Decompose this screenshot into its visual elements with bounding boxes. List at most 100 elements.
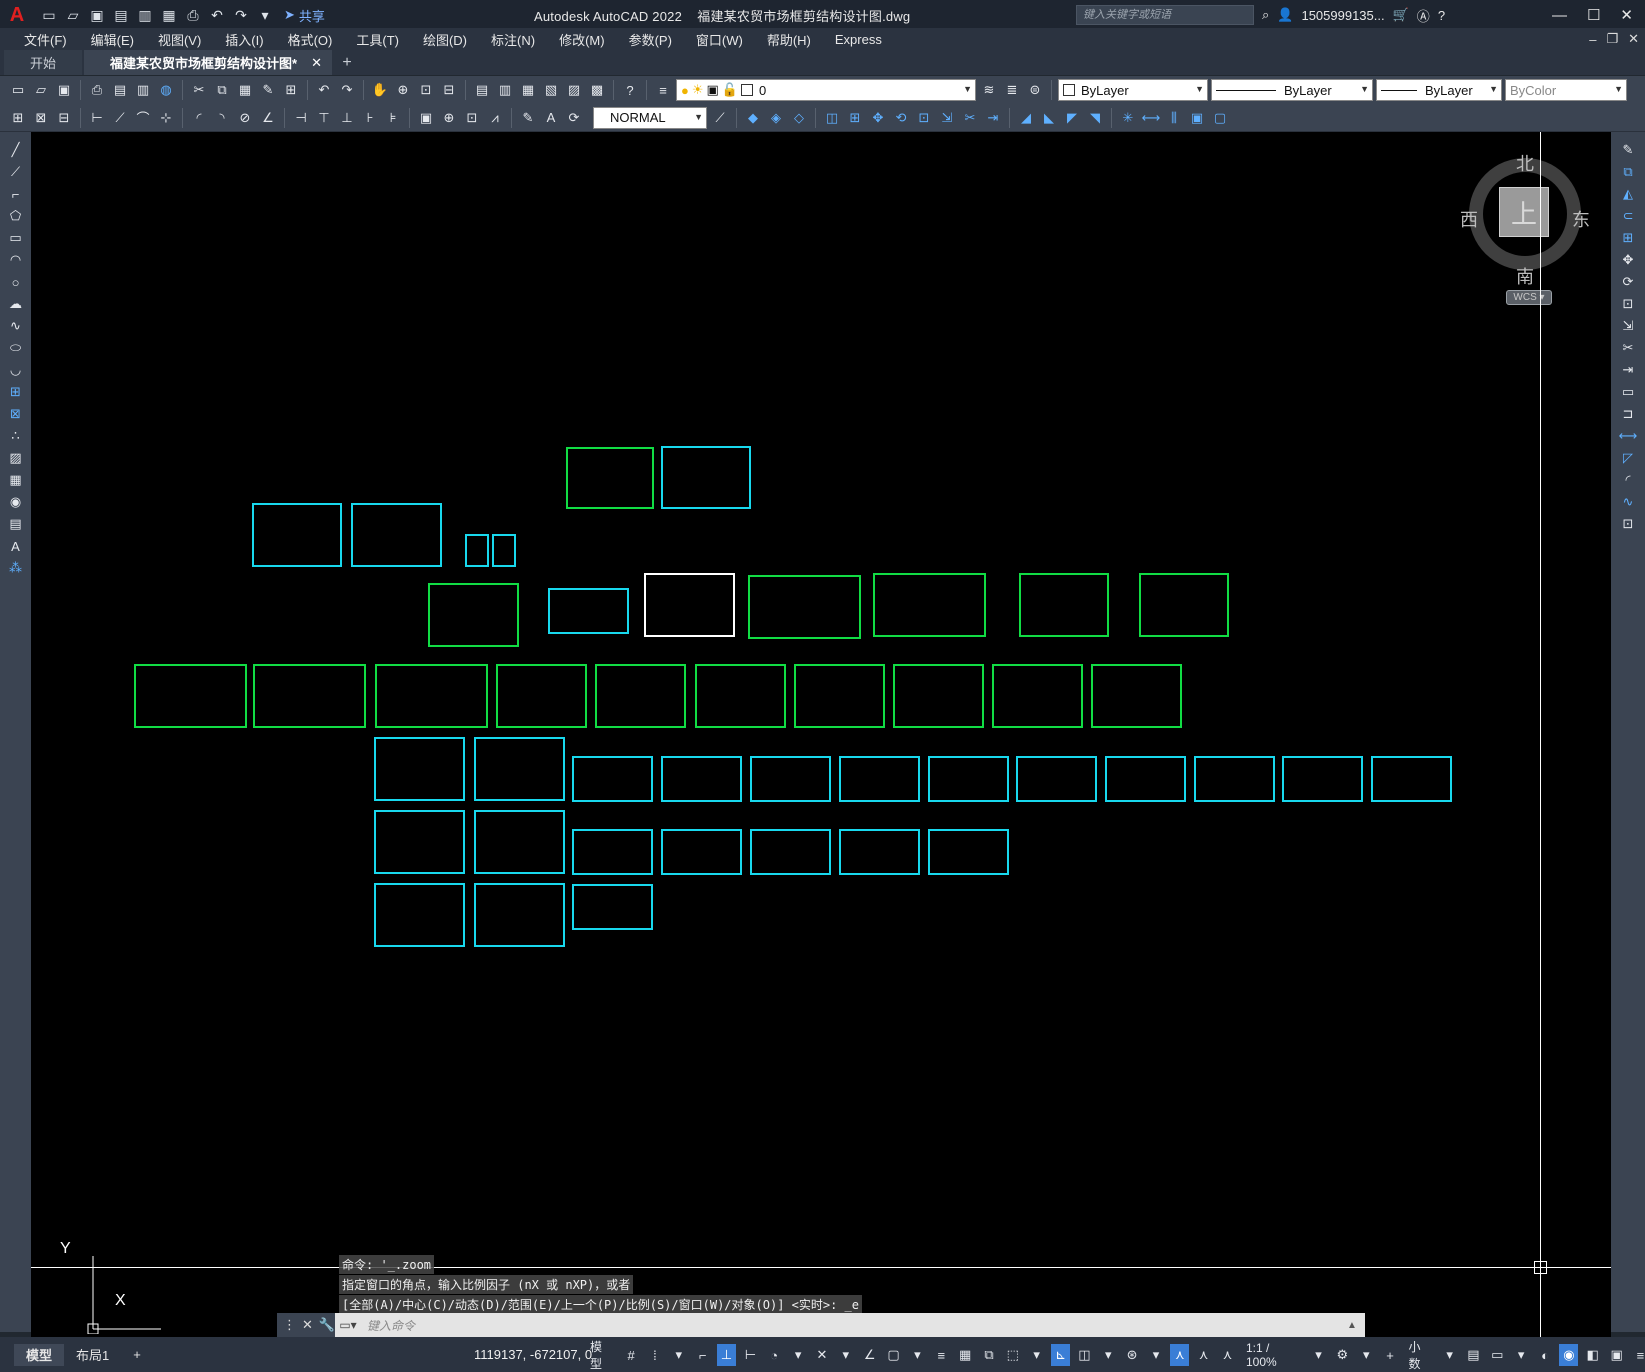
chevron-down-icon[interactable]: ▾ [1027,1344,1046,1366]
preview-icon[interactable]: ▤ [110,80,130,100]
save-icon[interactable]: ▣ [54,80,74,100]
plotstyle-dropdown[interactable]: ByColor ▼ [1505,79,1627,101]
mirror-icon[interactable]: ◭ [1617,184,1639,204]
snap-icon[interactable]: ⁞ [646,1344,665,1366]
radius-dimension-icon[interactable]: ◜ [189,108,209,128]
extend-icon[interactable]: ⇥ [983,108,1003,128]
menu-insert[interactable]: 插入(I) [213,30,275,49]
drawing-sheet[interactable] [474,883,565,947]
match-properties-icon[interactable]: ✎ [258,80,278,100]
tab-start[interactable]: 开始 [4,50,83,75]
doc-restore-icon[interactable]: ❐ [1606,31,1618,47]
drawing-sheet[interactable] [1371,756,1452,802]
design-center-icon[interactable]: ▥ [495,80,515,100]
menu-format[interactable]: 格式(O) [276,30,345,49]
calculator-icon[interactable]: ▩ [587,80,607,100]
command-input[interactable]: 键入命令 [361,1317,1347,1334]
chevron-down-icon[interactable]: ▾ [1512,1344,1531,1366]
group-icon[interactable]: ▣ [1187,108,1207,128]
tab-layout1[interactable]: 布局1 [64,1344,121,1366]
publish-icon[interactable]: ▥ [133,80,153,100]
offset-icon[interactable]: ◫ [822,108,842,128]
dimension-edit-icon[interactable]: ✎ [518,108,538,128]
workspace-gear-icon[interactable]: ⚙ [1333,1344,1352,1366]
drawing-sheet[interactable] [1194,756,1275,802]
hardware-acceleration-icon[interactable]: ◉ [1559,1344,1579,1366]
copy-object-icon[interactable]: ◈ [766,108,786,128]
drawing-sheet[interactable] [465,534,489,567]
menu-window[interactable]: 窗口(W) [684,30,755,49]
arc-length-icon[interactable]: ⌒ [133,108,153,128]
customization-menu-icon[interactable]: ≡ [1631,1344,1645,1366]
maximize-icon[interactable]: ☐ [1587,6,1600,24]
drawing-sheet[interactable] [794,664,885,728]
chevron-down-icon[interactable]: ▾ [1440,1344,1459,1366]
clean-screen-icon[interactable]: ▣ [1607,1344,1626,1366]
menu-draw[interactable]: 绘图(D) [411,30,479,49]
print-icon[interactable]: ⎙ [87,80,107,100]
circle-icon[interactable]: ○ [5,272,27,292]
chevron-down-icon[interactable]: ▾ [1357,1344,1376,1366]
ordinate-dimension-icon[interactable]: ⊹ [156,108,176,128]
ellipse-icon[interactable]: ⬭ [5,338,27,358]
chevron-up-icon[interactable]: ▲ [1347,1320,1365,1331]
quick-properties-icon[interactable]: ▤ [1464,1344,1483,1366]
plot-icon[interactable]: ⎙ [182,4,204,26]
tab-close-icon[interactable]: ✕ [311,55,322,71]
drawing-sheet[interactable] [695,664,786,728]
drawing-sheet[interactable] [253,664,366,728]
zoom-window-icon[interactable]: ⊡ [416,80,436,100]
join-icon[interactable]: ◥ [1085,108,1105,128]
new-icon[interactable]: ▭ [8,80,28,100]
lengthen-icon[interactable]: ⟷ [1141,108,1161,128]
insert-block-icon[interactable]: ⊞ [8,108,28,128]
offset-icon[interactable]: ⊂ [1617,206,1639,226]
rotate-icon[interactable]: ⟲ [891,108,911,128]
wcs-menu[interactable]: WCS ▾ [1506,290,1552,305]
chamfer-icon[interactable]: ◣ [1039,108,1059,128]
fillet-icon[interactable]: ◜ [1617,470,1639,490]
menu-parametric[interactable]: 参数(P) [617,30,684,49]
annotation-visibility-icon[interactable]: ⋏ [1170,1344,1190,1366]
mirror-icon[interactable]: ◇ [789,108,809,128]
inspection-icon[interactable]: ⊡ [462,108,482,128]
customize-wrench-icon[interactable]: 🔧 [319,1317,335,1333]
tool-palettes-icon[interactable]: ▦ [518,80,538,100]
annotation-scale-value[interactable]: 1:1 / 100% [1242,1341,1304,1369]
layer-properties-icon[interactable]: ≡ [653,80,673,100]
drawing-sheet[interactable] [1105,756,1186,802]
isolate-objects-icon[interactable]: ◐ [1536,1344,1555,1366]
erase-icon[interactable]: ✎ [1617,140,1639,160]
layer-state-icon[interactable]: ⊜ [1025,80,1045,100]
fillet-icon[interactable]: ◢ [1016,108,1036,128]
viewcube-west[interactable]: 西 [1460,206,1478,232]
doc-minimize-icon[interactable]: – [1589,32,1596,47]
ungroup-icon[interactable]: ▢ [1210,108,1230,128]
selection-cycling-icon[interactable]: ⧉ [980,1344,999,1366]
drawing-sheet[interactable] [661,446,751,509]
redo-icon[interactable]: ↷ [230,4,252,26]
copy-icon[interactable]: ⧉ [212,80,232,100]
polygon-icon[interactable]: ⬠ [5,206,27,226]
dynamic-input-icon[interactable]: ⊥ [717,1344,736,1366]
menu-help[interactable]: 帮助(H) [755,30,823,49]
cart-icon[interactable]: 🛒 [1393,7,1409,23]
gradient-icon[interactable]: ▦ [5,470,27,490]
drawing-sheet[interactable] [893,664,984,728]
scale-icon[interactable]: ⊡ [1617,294,1639,314]
table-icon[interactable]: ▤ [5,514,27,534]
menu-tools[interactable]: 工具(T) [344,30,411,49]
center-mark-icon[interactable]: ⊕ [439,108,459,128]
properties-icon[interactable]: ▤ [472,80,492,100]
move-icon[interactable]: ✥ [1617,250,1639,270]
undo-icon[interactable]: ↶ [314,80,334,100]
viewcube-east[interactable]: 东 [1572,206,1590,232]
drawing-sheet[interactable] [374,737,465,801]
drawing-sheet[interactable] [595,664,686,728]
doc-close-icon[interactable]: ✕ [1628,31,1639,47]
new-tab-button[interactable]: + [334,50,360,75]
lock-ui-icon[interactable]: ▭ [1488,1344,1507,1366]
drawing-sheet[interactable] [992,664,1083,728]
drawing-sheet[interactable] [839,756,920,802]
quick-dimension-icon[interactable]: ⊣ [291,108,311,128]
